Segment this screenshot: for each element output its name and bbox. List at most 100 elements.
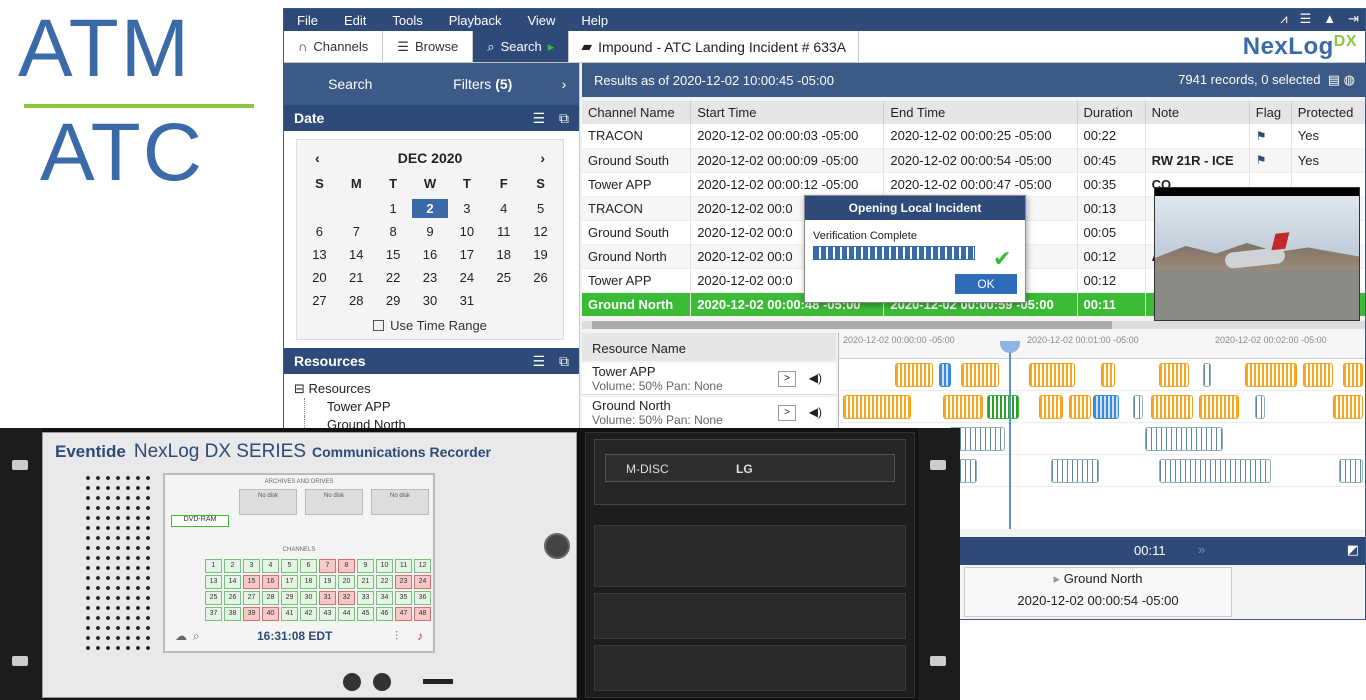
calendar-day[interactable]: 12 [522, 222, 559, 241]
results-scrollbar[interactable] [582, 321, 1365, 329]
calendar-day[interactable]: 7 [338, 222, 375, 241]
channel-indicator[interactable]: 20 [338, 575, 355, 589]
channel-indicator[interactable]: 9 [357, 559, 374, 573]
equalizer-icon[interactable]: ⫶ [395, 629, 398, 644]
channel-indicator[interactable]: 29 [281, 591, 298, 605]
calendar-day[interactable]: 19 [522, 245, 559, 264]
channel-indicator[interactable]: 13 [205, 575, 222, 589]
calendar-day[interactable]: 30 [412, 291, 449, 310]
chart-icon[interactable]: ⩘ [1280, 11, 1287, 27]
channel-indicator[interactable]: 28 [262, 591, 279, 605]
calendar-day[interactable]: 8 [375, 222, 412, 241]
audio-clip[interactable] [1255, 395, 1265, 419]
calendar-day[interactable]: 15 [375, 245, 412, 264]
ok-button[interactable]: OK [955, 274, 1017, 294]
disc-tray[interactable]: M-DISC LG [605, 454, 895, 482]
calendar-day[interactable]: 1 [375, 199, 412, 218]
audio-clip[interactable] [895, 363, 933, 387]
calendar-day[interactable]: 24 [448, 268, 485, 287]
audio-clip[interactable] [1151, 395, 1193, 419]
fast-forward-icon[interactable]: » [1198, 542, 1205, 557]
channel-indicator[interactable]: 14 [224, 575, 241, 589]
channel-indicator[interactable]: 16 [262, 575, 279, 589]
alert-icon[interactable]: ▲ [1323, 11, 1336, 27]
channel-indicator[interactable]: 25 [205, 591, 222, 605]
channel-indicator[interactable]: 8 [338, 559, 355, 573]
channel-indicator[interactable]: 41 [281, 607, 298, 621]
channel-indicator[interactable]: 15 [243, 575, 260, 589]
channel-indicator[interactable]: 48 [414, 607, 431, 621]
channel-indicator[interactable]: 36 [414, 591, 431, 605]
audio-clip[interactable] [1133, 395, 1143, 419]
calendar-day[interactable]: 27 [301, 291, 338, 310]
audio-clip[interactable] [1245, 363, 1297, 387]
menu-help[interactable]: Help [568, 13, 621, 28]
resize-icon[interactable]: ◩ [1347, 542, 1359, 558]
column-header[interactable]: Note [1145, 101, 1250, 124]
calendar-day[interactable]: 31 [448, 291, 485, 310]
calendar-day[interactable]: 29 [375, 291, 412, 310]
column-header[interactable]: Protected [1291, 101, 1365, 124]
audio-clip[interactable] [943, 395, 983, 419]
calendar-day[interactable]: 5 [522, 199, 559, 218]
audio-clip[interactable] [1029, 363, 1075, 387]
audio-clip[interactable] [1203, 363, 1211, 387]
channel-indicator[interactable]: 45 [357, 607, 374, 621]
calendar-day[interactable]: 26 [522, 268, 559, 287]
next-month-icon[interactable]: › [540, 150, 545, 166]
menu-view[interactable]: View [514, 13, 568, 28]
table-row[interactable]: TRACON 2020-12-02 00:00:03 -05:00 2020-12-… [582, 124, 1365, 149]
column-header[interactable]: Channel Name [582, 101, 692, 124]
calendar-day[interactable]: 14 [338, 245, 375, 264]
channel-indicator[interactable]: 22 [376, 575, 393, 589]
cloud-icon[interactable]: ☁ [175, 629, 187, 643]
calendar-day[interactable]: 20 [301, 268, 338, 287]
globe-icon[interactable]: ◍ [1344, 72, 1355, 87]
audio-clip[interactable] [961, 363, 999, 387]
channel-indicator[interactable]: 39 [243, 607, 260, 621]
calendar-day[interactable]: 2 [411, 199, 449, 218]
column-header[interactable]: End Time [883, 101, 1078, 124]
device-touchscreen[interactable]: ARCHIVES AND DRIVES No disk No disk No d… [163, 473, 435, 653]
popout-icon[interactable]: ⧉ [559, 110, 569, 127]
channel-indicator[interactable]: 1 [205, 559, 222, 573]
channel-indicator[interactable]: 27 [243, 591, 260, 605]
audio-clip[interactable] [1093, 395, 1119, 419]
channel-indicator[interactable]: 34 [376, 591, 393, 605]
tab-search-filters[interactable]: Search [284, 76, 417, 92]
document-icon[interactable]: ▤ [1328, 72, 1340, 87]
tab-channels[interactable]: ∩ Channels [284, 31, 384, 62]
tab-filters[interactable]: Filters (5) [417, 76, 550, 92]
expand-button[interactable]: > [778, 371, 796, 387]
calendar-day[interactable]: 23 [412, 268, 449, 287]
resource-row[interactable]: Ground North Volume: 50% Pan: None > ◀) [582, 397, 836, 429]
channel-indicator[interactable]: 38 [224, 607, 241, 621]
speaker-icon[interactable]: ◀) [809, 405, 822, 419]
audio-clip[interactable] [1039, 395, 1063, 419]
tree-root[interactable]: ⊟ Resources [294, 380, 569, 398]
list-icon[interactable]: ☰ [532, 110, 545, 127]
channel-indicator[interactable]: 31 [319, 591, 336, 605]
video-preview[interactable] [1154, 187, 1360, 321]
channel-indicator[interactable]: 6 [300, 559, 317, 573]
channel-indicator[interactable]: 33 [357, 591, 374, 605]
audio-clip[interactable] [1303, 363, 1333, 387]
menu-tools[interactable]: Tools [379, 13, 435, 28]
calendar-day[interactable]: 9 [412, 222, 449, 241]
channel-indicator[interactable]: 23 [395, 575, 412, 589]
list-icon[interactable]: ☰ [1300, 11, 1312, 27]
channel-indicator[interactable]: 18 [300, 575, 317, 589]
calendar-day[interactable]: 3 [448, 199, 485, 218]
channel-indicator[interactable]: 19 [319, 575, 336, 589]
calendar-day[interactable]: 25 [485, 268, 522, 287]
playhead-cursor[interactable] [1000, 341, 1020, 529]
channel-indicator[interactable]: 43 [319, 607, 336, 621]
calendar-day[interactable]: 13 [301, 245, 338, 264]
prev-month-icon[interactable]: ‹ [315, 150, 320, 166]
channel-indicator[interactable]: 12 [414, 559, 431, 573]
audio-clip[interactable] [1333, 395, 1363, 419]
calendar-day[interactable]: 28 [338, 291, 375, 310]
audio-clip[interactable] [939, 363, 951, 387]
calendar-day[interactable]: 22 [375, 268, 412, 287]
channel-indicator[interactable]: 37 [205, 607, 222, 621]
